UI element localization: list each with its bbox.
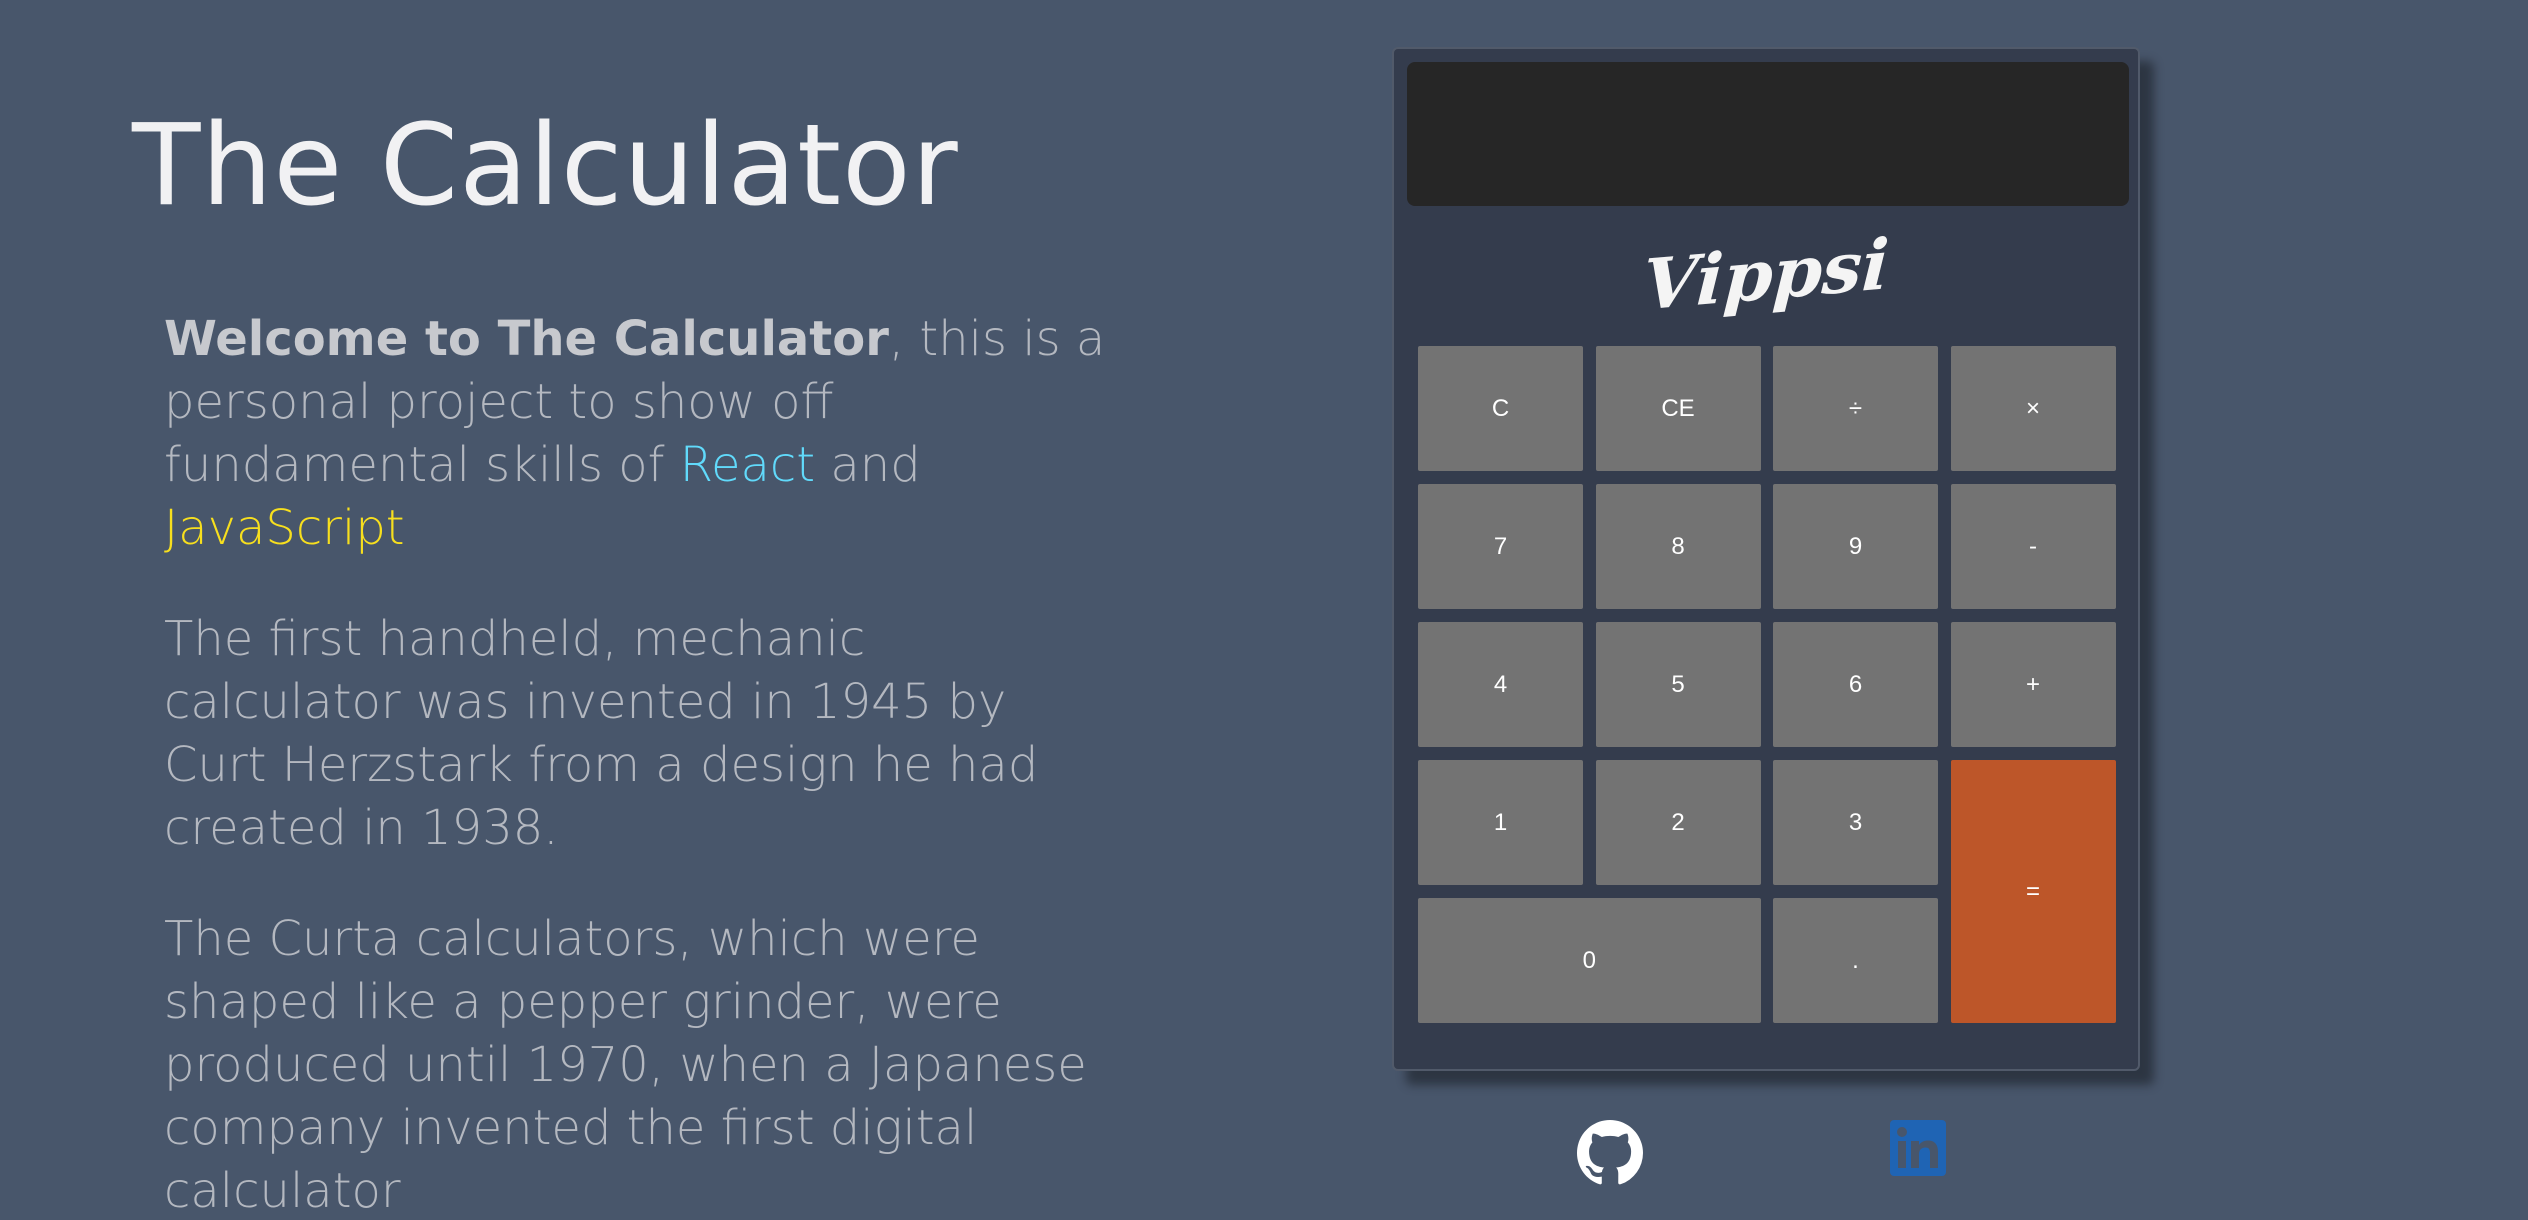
equals-button[interactable]: = — [1950, 760, 2116, 1023]
calculator: Vippsi C CE ÷ × 7 8 9 - 4 5 6 + 1 2 3 = … — [1392, 47, 2140, 1071]
digit-0-button[interactable]: 0 — [1418, 898, 1761, 1023]
brand-logo: Vippsi — [1641, 222, 1892, 327]
keypad: C CE ÷ × 7 8 9 - 4 5 6 + 1 2 3 = 0 . — [1418, 346, 2116, 1023]
digit-8-button[interactable]: 8 — [1595, 484, 1761, 609]
digit-6-button[interactable]: 6 — [1773, 622, 1938, 747]
and-text: and — [815, 437, 921, 493]
decimal-button[interactable]: . — [1773, 898, 1938, 1023]
minus-button[interactable]: - — [1950, 484, 2116, 609]
multiply-button[interactable]: × — [1950, 346, 2116, 471]
intro-section: Welcome to The Calculator, this is a per… — [164, 308, 1114, 1220]
curta-paragraph: The Curta calculators, which were shaped… — [164, 911, 1087, 1219]
digit-5-button[interactable]: 5 — [1595, 622, 1761, 747]
github-link[interactable] — [1577, 1120, 1643, 1186]
clear-button[interactable]: C — [1418, 346, 1583, 471]
clear-entry-button[interactable]: CE — [1595, 346, 1761, 471]
calculator-display — [1407, 62, 2129, 206]
linkedin-icon — [1890, 1120, 1946, 1176]
digit-2-button[interactable]: 2 — [1595, 760, 1761, 885]
history-paragraph: The first handheld, mechanic calculator … — [164, 611, 1039, 856]
react-highlight: React — [679, 437, 816, 493]
digit-7-button[interactable]: 7 — [1418, 484, 1583, 609]
divide-button[interactable]: ÷ — [1773, 346, 1938, 471]
digit-9-button[interactable]: 9 — [1773, 484, 1938, 609]
welcome-bold: Welcome to The Calculator — [164, 311, 889, 367]
page-title: The Calculator — [132, 101, 959, 231]
linkedin-link[interactable] — [1890, 1120, 1956, 1186]
plus-button[interactable]: + — [1950, 622, 2116, 747]
digit-4-button[interactable]: 4 — [1418, 622, 1583, 747]
page: The Calculator Welcome to The Calculator… — [0, 0, 2528, 1220]
digit-3-button[interactable]: 3 — [1773, 760, 1938, 885]
github-icon — [1577, 1120, 1643, 1185]
digit-1-button[interactable]: 1 — [1418, 760, 1583, 885]
javascript-highlight: JavaScript — [164, 500, 405, 556]
intro-paragraph: Welcome to The Calculator, this is a per… — [164, 308, 1114, 560]
